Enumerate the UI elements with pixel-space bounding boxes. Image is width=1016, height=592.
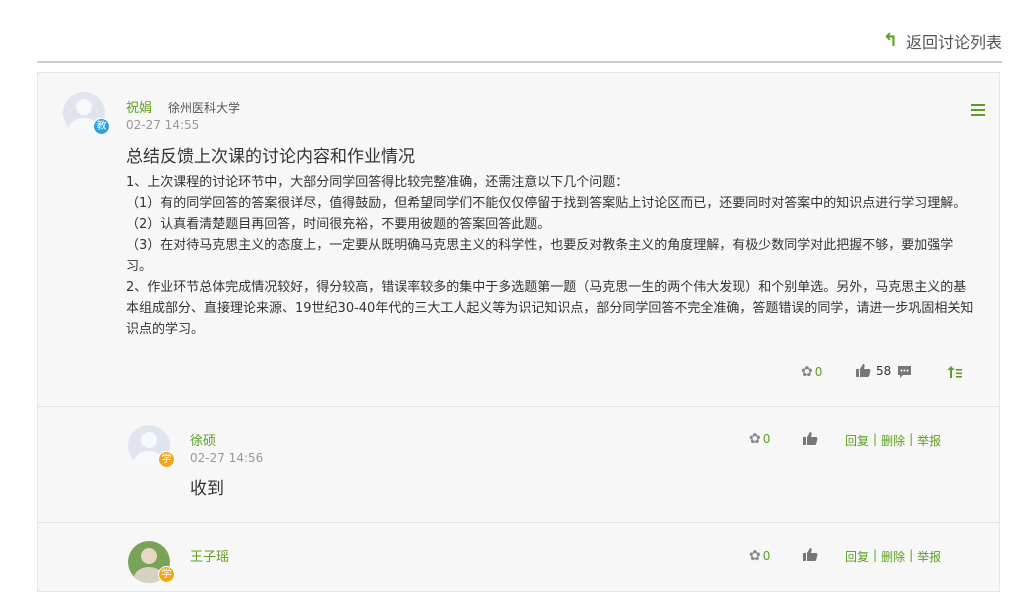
teacher-badge: 教	[93, 118, 110, 135]
student-badge: 学	[158, 566, 175, 583]
comment-icon	[898, 366, 911, 378]
post-like-count: 58	[876, 363, 892, 378]
post-title: 总结反馈上次课的讨论内容和作业情况	[126, 147, 415, 167]
post-like-button[interactable]: 58	[855, 363, 891, 378]
sort-up-icon	[947, 366, 962, 378]
post-divider	[38, 406, 999, 407]
post-author-name[interactable]: 祝娟	[126, 97, 152, 116]
thumbs-up-icon	[803, 432, 818, 445]
reply-time: 02-27 14:56	[190, 451, 264, 465]
header-divider	[37, 61, 1002, 63]
post-flower-button[interactable]: ✿ 0	[801, 364, 822, 380]
flower-icon: ✿	[749, 431, 761, 447]
thumbs-up-icon	[803, 548, 818, 561]
flower-icon: ✿	[801, 364, 813, 380]
post-paragraph: （3）在对待马克思主义的态度上，一定要从既明确马克思主义的科学性，也要反对教条主…	[126, 238, 954, 274]
reply-flower-count: 0	[762, 549, 771, 563]
student-badge: 学	[158, 451, 175, 468]
sort-button[interactable]	[947, 365, 963, 379]
post-paragraph: 1、上次课程的讨论环节中，大部分同学回答得比较完整准确，还需注意以下几个问题：	[126, 175, 629, 190]
back-to-list-label: 返回讨论列表	[905, 33, 1002, 52]
report-link[interactable]: 举报	[917, 432, 941, 449]
flower-icon: ✿	[749, 548, 761, 564]
post-paragraph: （2）认真看清楚题目再回答，时间很充裕，不要用彼题的答案回答此题。	[126, 217, 551, 232]
menu-icon[interactable]	[971, 104, 985, 116]
post-paragraph: 2、作业环节总体完成情况较好，得分较高，错误率较多的集中于多选题第一题（马克思一…	[126, 280, 974, 337]
report-link[interactable]: 举报	[917, 548, 941, 565]
delete-link[interactable]: 删除	[881, 432, 905, 449]
reply-actions: 回复 | 删除 | 举报	[845, 432, 942, 449]
post-content: 1、上次课程的讨论环节中，大部分同学回答得比较完整准确，还需注意以下几个问题： …	[126, 172, 978, 340]
reply-content: 收到	[190, 479, 224, 499]
reply-author-name[interactable]: 徐硕	[190, 430, 216, 449]
reply-divider	[38, 522, 999, 523]
reply-like-button[interactable]	[802, 547, 818, 562]
back-to-list-link[interactable]: ↰ 返回讨论列表	[882, 30, 1002, 53]
reply-actions: 回复 | 删除 | 举报	[845, 548, 942, 565]
reply-flower-button[interactable]: ✿ 0	[749, 431, 770, 447]
reply-author-name[interactable]: 王子瑶	[190, 546, 229, 565]
reply-flower-count: 0	[762, 432, 771, 446]
reply-link[interactable]: 回复	[845, 432, 869, 449]
reply-like-button[interactable]	[802, 431, 818, 446]
reply-link[interactable]: 回复	[845, 548, 869, 565]
reply-flower-button[interactable]: ✿ 0	[749, 548, 770, 564]
delete-link[interactable]: 删除	[881, 548, 905, 565]
post-time: 02-27 14:55	[126, 118, 200, 132]
post-author-school: 徐州医科大学	[168, 101, 241, 115]
thumbs-up-icon	[856, 364, 871, 377]
post-paragraph: （1）有的同学回答的答案很详尽，值得鼓励，但希望同学们不能仅仅停留于找到答案贴上…	[126, 196, 967, 211]
post-flower-count: 0	[814, 365, 823, 379]
comment-button[interactable]	[897, 365, 912, 379]
return-arrow-icon: ↰	[882, 30, 898, 51]
